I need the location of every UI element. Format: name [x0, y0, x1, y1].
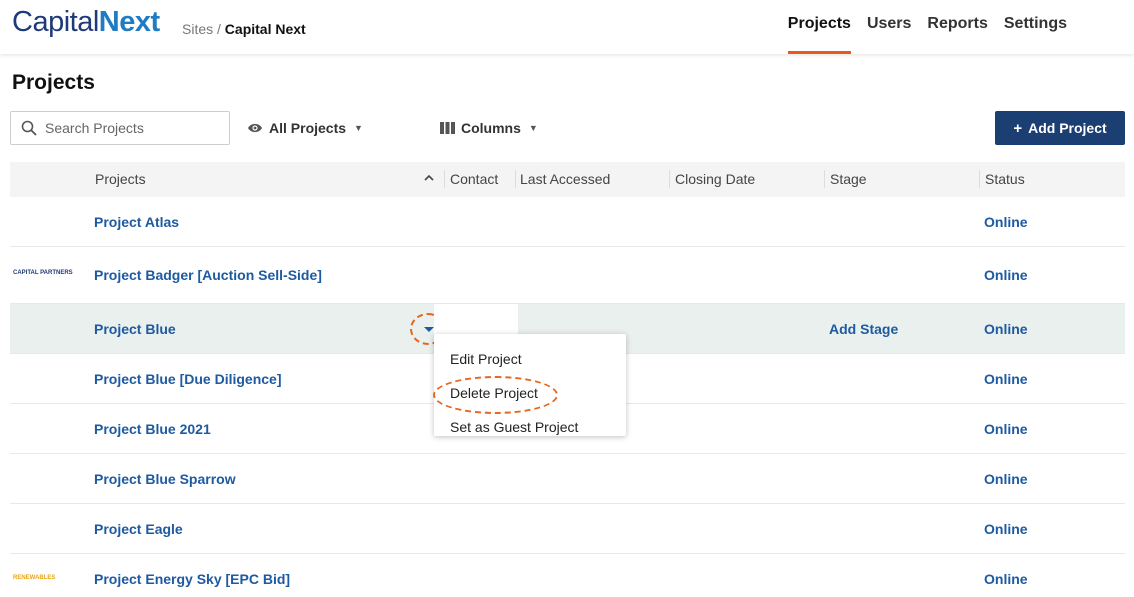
logo-text-capital: Capital — [12, 6, 99, 38]
add-stage-link[interactable]: Add Stage — [829, 321, 898, 337]
renewables-logo: RENEWABLES — [13, 575, 56, 581]
capitalnext-logo[interactable]: CapitalNext — [12, 6, 160, 39]
columns-label: Columns — [461, 120, 521, 136]
status-badge: Online — [984, 214, 1028, 230]
table-row[interactable]: Project Atlas Online — [10, 197, 1125, 247]
top-bar: CapitalNext Sites / Capital Next Project… — [0, 0, 1134, 54]
search-icon — [21, 120, 37, 136]
project-name-link[interactable]: Project Badger [Auction Sell-Side] — [94, 267, 322, 283]
column-divider — [979, 170, 980, 188]
main-nav: Projects Users Reports Settings — [772, 0, 1067, 54]
add-project-label: Add Project — [1028, 120, 1107, 136]
table-header: Projects Contact Last Accessed Closing D… — [10, 162, 1125, 197]
capital-partners-logo: CAPITAL PARTNERS — [13, 270, 73, 276]
project-name-link[interactable]: Project Blue [Due Diligence] — [94, 371, 281, 387]
column-header-status[interactable]: Status — [985, 171, 1025, 187]
add-project-button[interactable]: + Add Project — [995, 111, 1125, 145]
search-input[interactable] — [45, 120, 215, 136]
columns-icon — [440, 122, 455, 134]
status-badge: Online — [984, 321, 1028, 337]
column-header-closing-date[interactable]: Closing Date — [675, 171, 755, 187]
breadcrumb: Sites / Capital Next — [182, 21, 306, 37]
project-name-link[interactable]: Project Atlas — [94, 214, 179, 230]
table-row[interactable]: CAPITAL PARTNERS Project Badger [Auction… — [10, 247, 1125, 304]
status-badge: Online — [984, 421, 1028, 437]
breadcrumb-current: Capital Next — [224, 21, 306, 37]
status-badge: Online — [984, 371, 1028, 387]
column-divider — [669, 170, 670, 188]
menu-item-delete-project[interactable]: Delete Project — [433, 376, 626, 414]
sort-ascending-icon[interactable] — [422, 171, 436, 185]
project-name-link[interactable]: Project Blue Sparrow — [94, 471, 236, 487]
column-header-contact[interactable]: Contact — [450, 171, 498, 187]
nav-users[interactable]: Users — [867, 0, 911, 54]
eye-icon — [248, 123, 262, 133]
status-badge: Online — [984, 267, 1028, 283]
nav-reports[interactable]: Reports — [927, 0, 987, 54]
dropdown-anchor — [434, 304, 518, 334]
page-title: Projects — [12, 71, 95, 94]
status-badge: Online — [984, 471, 1028, 487]
project-name-link[interactable]: Project Blue 2021 — [94, 421, 211, 437]
column-header-stage[interactable]: Stage — [830, 171, 867, 187]
project-name-link[interactable]: Project Eagle — [94, 521, 183, 537]
table-row[interactable]: Project Blue Sparrow Online — [10, 454, 1125, 504]
columns-dropdown[interactable]: Columns ▼ — [440, 120, 538, 136]
project-name-link[interactable]: Project Blue — [94, 321, 176, 337]
search-box[interactable] — [10, 111, 230, 145]
breadcrumb-sites-link[interactable]: Sites / — [182, 21, 221, 37]
logo-text-next: Next — [98, 6, 160, 38]
status-badge: Online — [984, 571, 1028, 587]
all-projects-filter[interactable]: All Projects ▼ — [247, 120, 363, 136]
filter-label: All Projects — [269, 120, 347, 136]
row-actions-menu: Edit Project Delete Project Set as Guest… — [433, 334, 626, 436]
chevron-down-icon: ▼ — [354, 123, 363, 133]
table-row[interactable]: Project Eagle Online — [10, 504, 1125, 554]
project-name-link[interactable]: Project Energy Sky [EPC Bid] — [94, 571, 290, 587]
menu-item-set-guest-project[interactable]: Set as Guest Project — [434, 410, 626, 444]
column-divider — [824, 170, 825, 188]
table-row[interactable]: RENEWABLES Project Energy Sky [EPC Bid] … — [10, 554, 1125, 597]
nav-settings[interactable]: Settings — [1004, 0, 1067, 54]
status-badge: Online — [984, 521, 1028, 537]
plus-icon: + — [1013, 119, 1023, 137]
column-divider — [515, 170, 516, 188]
nav-projects[interactable]: Projects — [787, 0, 852, 54]
column-divider — [444, 170, 445, 188]
menu-item-edit-project[interactable]: Edit Project — [434, 342, 626, 376]
chevron-down-icon: ▼ — [528, 123, 538, 133]
column-header-last-accessed[interactable]: Last Accessed — [520, 171, 610, 187]
caret-down-icon — [424, 327, 434, 332]
column-header-projects[interactable]: Projects — [95, 171, 146, 187]
